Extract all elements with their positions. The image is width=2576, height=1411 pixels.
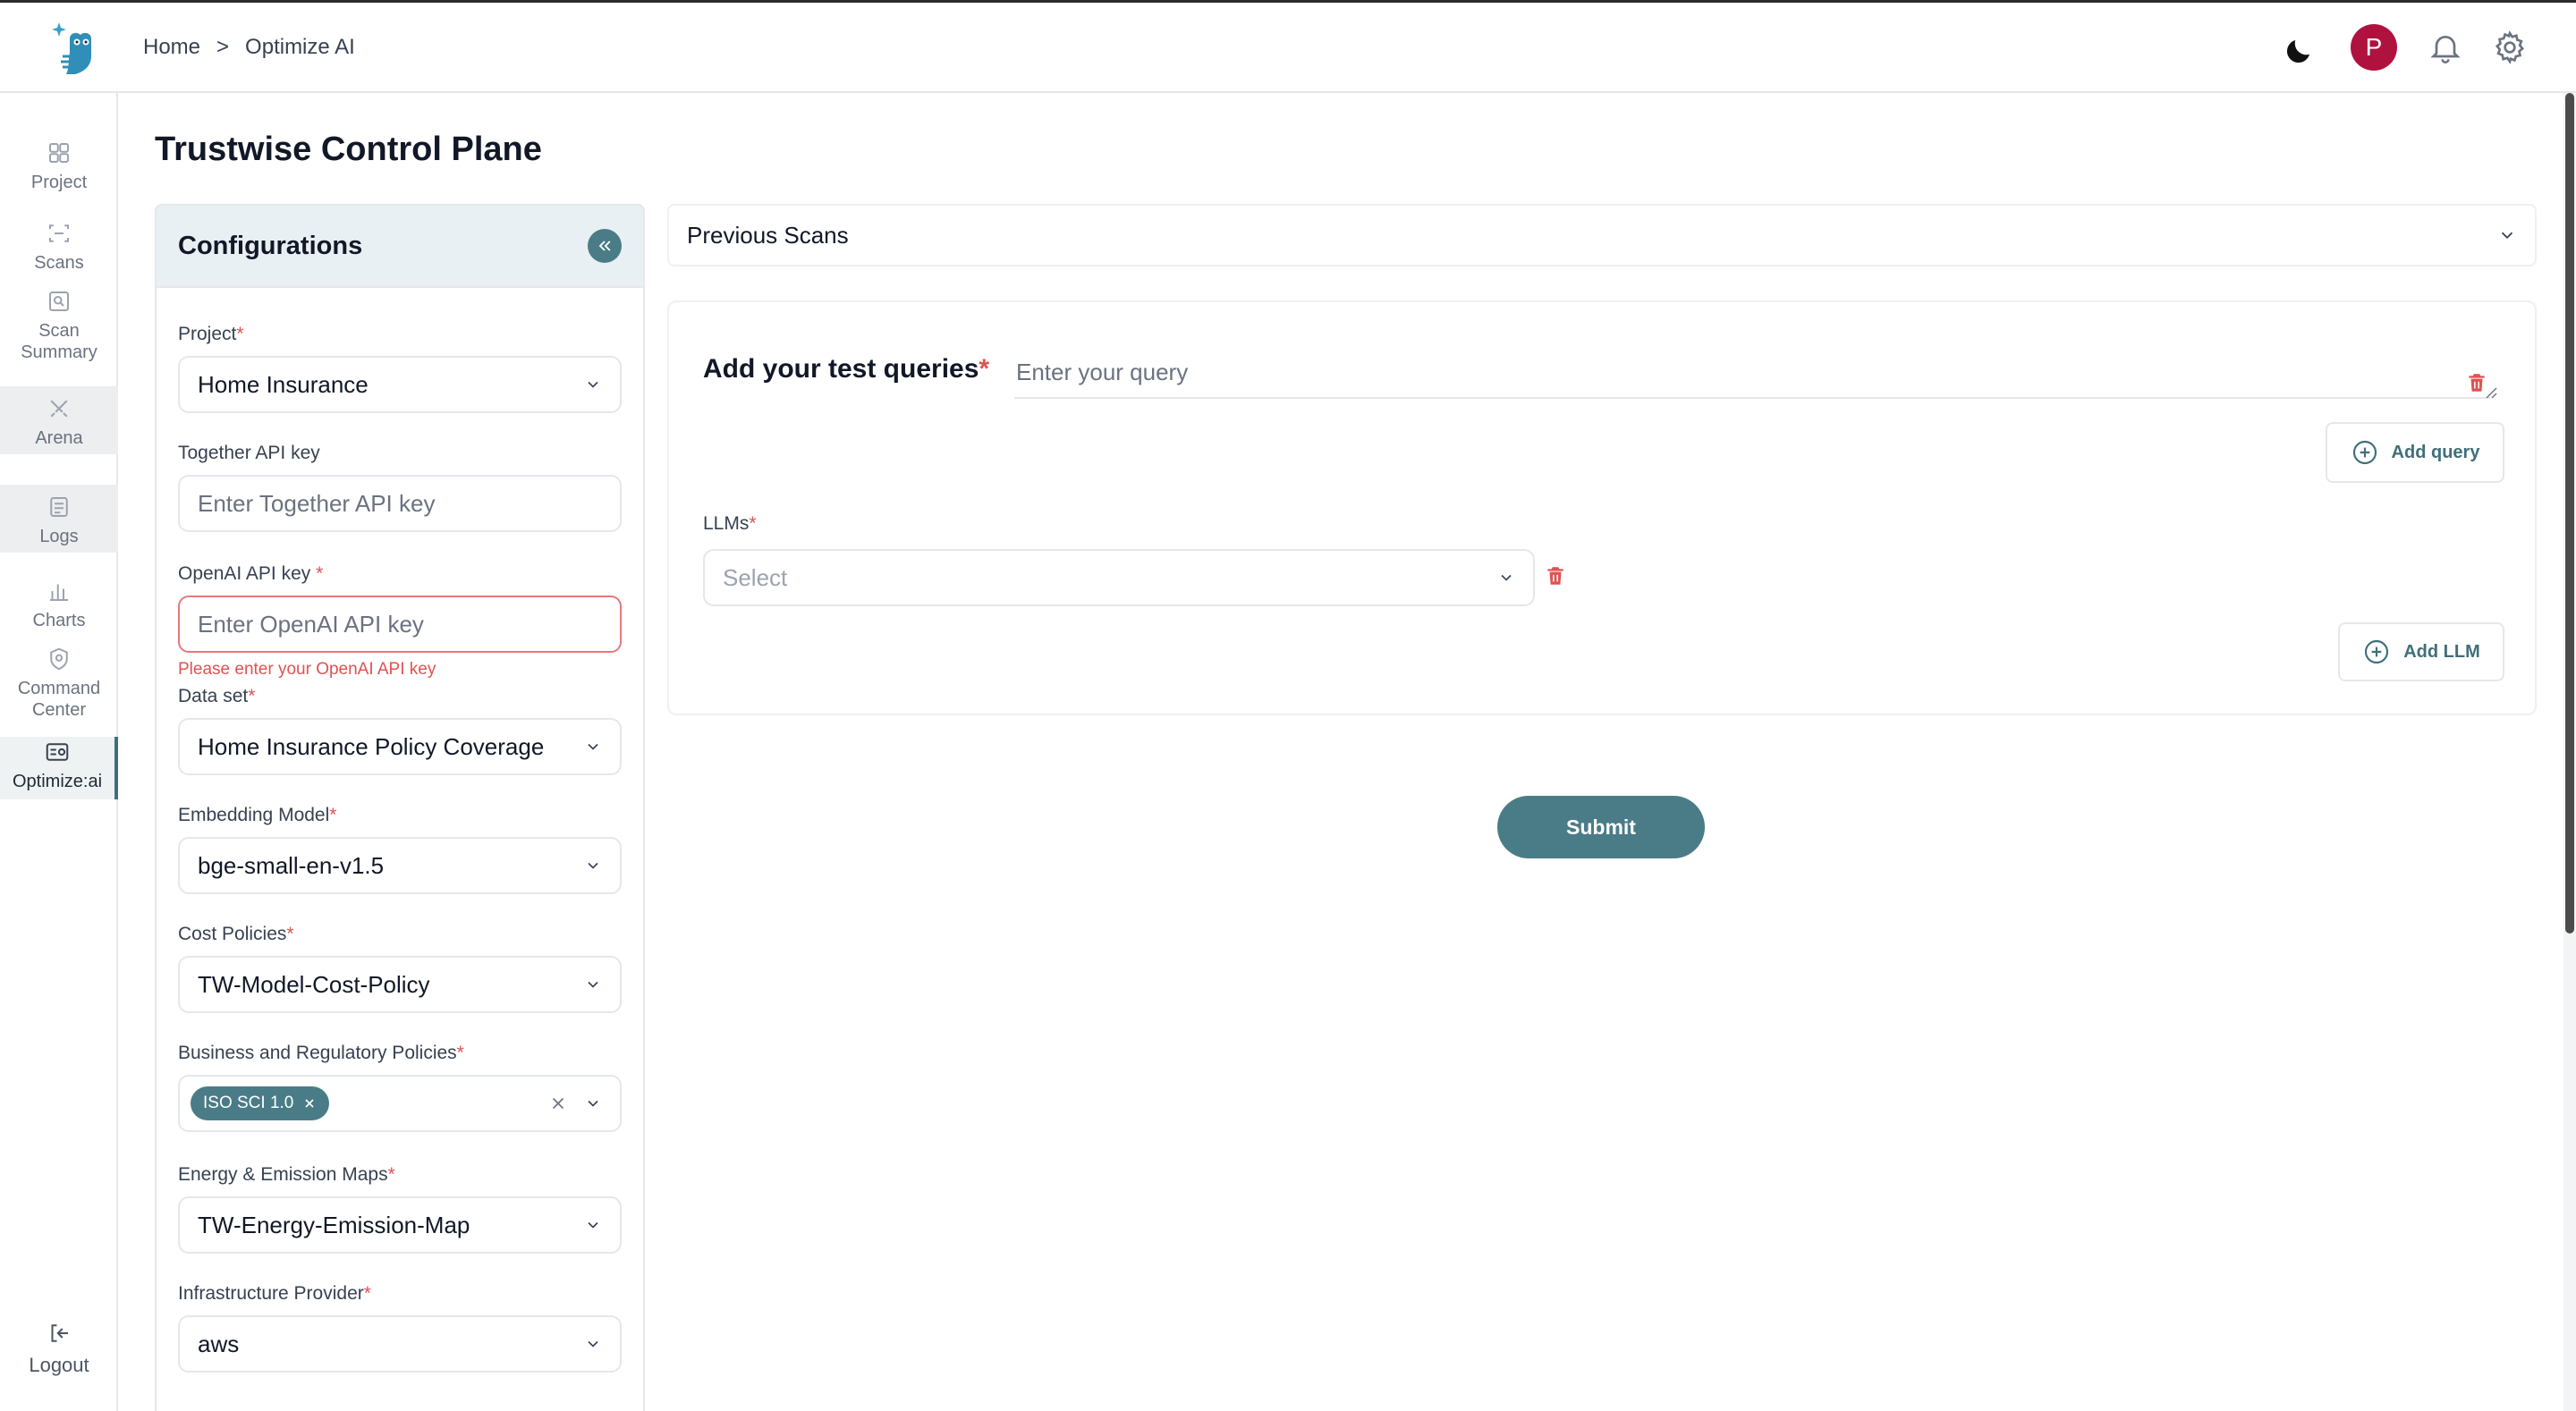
test-queries-card: Add your test queries* Enter your query … [667,300,2537,715]
chevron-down-icon [588,1100,598,1107]
scrollbar-thumb[interactable] [2565,93,2574,934]
bar-chart-icon [50,584,68,601]
openai-api-field: OpenAI API key * Enter OpenAI API key Pl… [178,563,622,680]
business-policies-select[interactable]: ISO SCI 1.0 [178,1075,622,1132]
submit-button[interactable]: Submit [1497,796,1705,858]
chevron-down-icon [588,381,598,388]
project-field: Project* Home Insurance [178,324,622,413]
chevron-down-icon [588,981,598,988]
top-bar: Home > Optimize AI P [0,0,2576,93]
logout-button[interactable]: Logout [0,1320,118,1377]
logout-icon [51,1324,68,1342]
scan-summary-icon [49,291,69,311]
sidebar-item-label: Logs [39,527,79,546]
sidebar-item-logs[interactable]: Logs [0,485,118,553]
plus-circle-icon [2352,440,2377,465]
dataset-field: Data set* Home Insurance Policy Coverage [178,686,622,775]
sidebar-item-label: Charts [32,611,86,630]
logs-icon [50,497,68,517]
sidebar: Project Scans Scan Summary Arena Logs Ch… [0,93,118,1411]
optimize-icon [46,743,69,761]
breadcrumb: Home > Optimize AI [143,35,355,60]
clear-icon[interactable] [548,1094,568,1113]
sidebar-item-scan-summary[interactable]: Scan Summary [0,288,118,363]
embedding-model-select[interactable]: bge-small-en-v1.5 [178,837,622,894]
bell-icon[interactable] [2428,30,2463,65]
resize-handle-icon[interactable] [2485,386,2497,399]
add-query-button[interactable]: Add query [2326,422,2504,483]
page-title: Trustwise Control Plane [155,131,542,168]
llm-select[interactable]: Select [703,549,1535,606]
config-title: Configurations [178,231,363,260]
logout-label: Logout [29,1354,89,1376]
test-queries-label: Add your test queries* [703,354,990,384]
sidebar-item-optimize-ai[interactable]: Optimize:ai [0,737,118,799]
double-chevron-left-icon [598,241,611,251]
infrastructure-provider-select[interactable]: aws [178,1315,622,1373]
chevron-down-icon [588,1221,598,1229]
sidebar-item-command-center[interactable]: Command Center [0,646,118,721]
moon-icon[interactable] [2283,35,2315,67]
together-api-input[interactable]: Enter Together API key [178,475,622,532]
gear-icon[interactable] [2492,30,2528,65]
sidebar-item-scans[interactable]: Scans [0,220,118,274]
sidebar-item-label: Scan Summary [21,321,97,362]
embedding-model-field: Embedding Model* bge-small-en-v1.5 [178,805,622,894]
previous-scans-accordion[interactable]: Previous Scans [667,204,2537,266]
page-scrollbar[interactable] [2563,93,2576,1411]
chevron-down-icon [588,1340,598,1348]
business-policies-field: Business and Regulatory Policies* ISO SC… [178,1043,622,1132]
cost-policies-field: Cost Policies* TW-Model-Cost-Policy [178,924,622,1013]
tag-close-icon[interactable] [302,1096,317,1111]
energy-maps-select[interactable]: TW-Energy-Emission-Map [178,1196,622,1254]
sidebar-item-label: Arena [35,428,83,448]
breadcrumb-home[interactable]: Home [143,35,200,60]
config-header: Configurations [157,206,643,288]
collapse-panel-button[interactable] [588,229,622,263]
energy-maps-field: Energy & Emission Maps* TW-Energy-Emissi… [178,1164,622,1254]
policy-tag: ISO SCI 1.0 [191,1086,330,1120]
add-llm-button[interactable]: Add LLM [2338,622,2504,681]
project-select[interactable]: Home Insurance [178,356,622,413]
sidebar-item-project[interactable]: Project [0,139,118,193]
sidebar-item-label: Command Center [17,679,101,720]
sidebar-item-label: Optimize:ai [12,772,103,791]
chevron-down-icon [588,862,598,869]
llms-label: LLMs* [703,513,757,534]
sidebar-item-arena[interactable]: Arena [0,386,118,454]
grid-icon [49,143,69,163]
breadcrumb-separator: > [216,35,230,59]
infrastructure-provider-field: Infrastructure Provider* aws [178,1283,622,1373]
shield-icon [50,647,68,671]
chevron-down-icon [2501,232,2513,240]
chevron-down-icon [588,743,598,750]
scan-icon [49,224,69,242]
delete-llm-icon[interactable] [1544,563,1567,588]
sidebar-item-label: Project [30,173,88,192]
plus-circle-icon [2365,639,2389,664]
breadcrumb-current: Optimize AI [245,35,355,59]
sidebar-item-charts[interactable]: Charts [0,578,118,631]
sidebar-item-label: Scans [34,253,84,273]
together-api-field: Together API key Enter Together API key [178,443,622,532]
query-input[interactable]: Enter your query [1014,347,2490,399]
swords-icon [50,400,68,418]
dataset-select[interactable]: Home Insurance Policy Coverage [178,718,622,775]
configurations-panel: Configurations Project* Home Insurance T… [155,204,645,1411]
owl-logo-icon[interactable] [50,21,100,78]
chevron-down-icon [1501,574,1512,581]
openai-api-input[interactable]: Enter OpenAI API key [178,596,622,653]
cost-policies-select[interactable]: TW-Model-Cost-Policy [178,956,622,1013]
openai-error-message: Please enter your OpenAI API key [178,660,436,679]
previous-scans-label: Previous Scans [687,221,849,249]
avatar[interactable]: P [2351,24,2397,71]
